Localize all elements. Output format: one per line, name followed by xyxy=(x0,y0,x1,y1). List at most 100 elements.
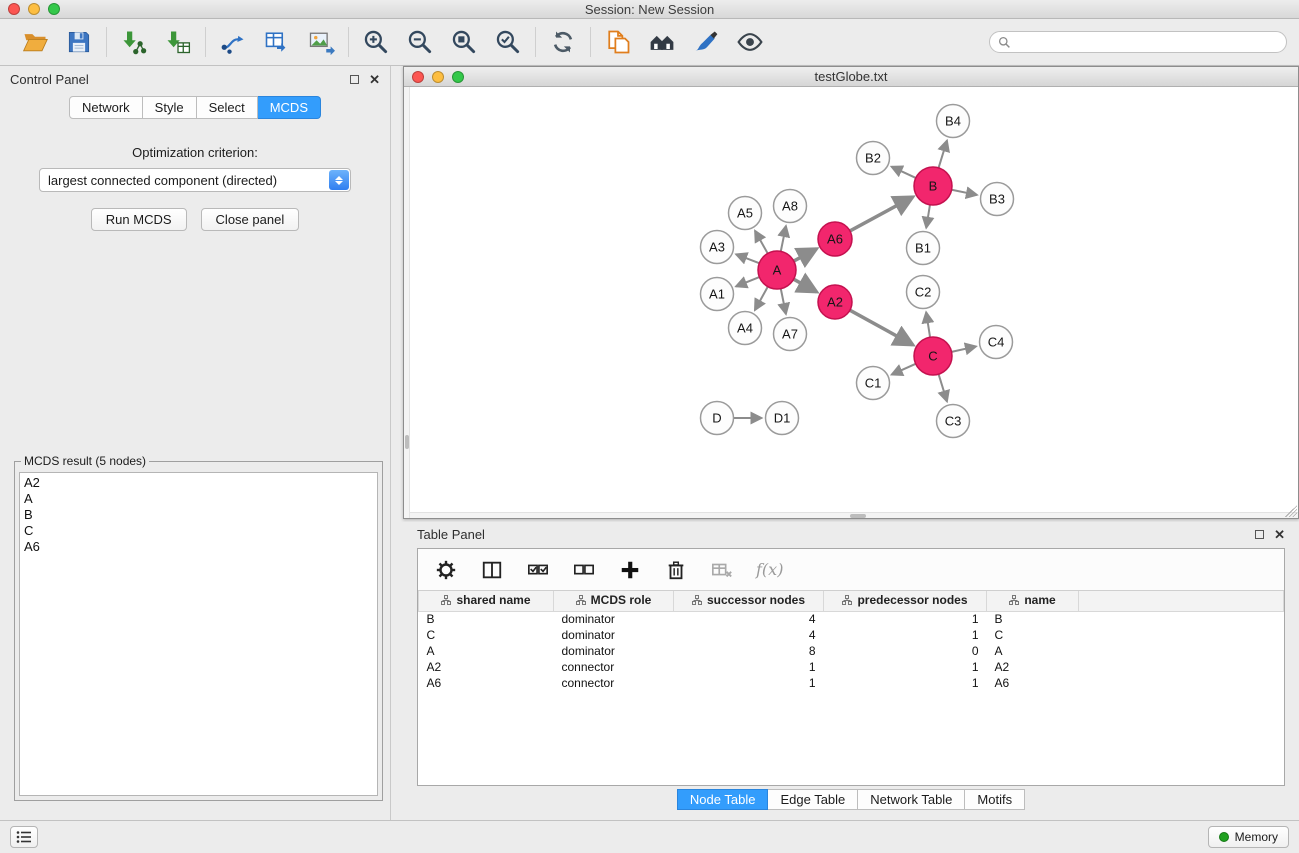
task-history-button[interactable] xyxy=(10,826,38,848)
table-row[interactable]: Bdominator41B xyxy=(419,611,1284,627)
show-hide-icon[interactable] xyxy=(735,27,765,57)
float-panel-icon[interactable] xyxy=(350,75,359,84)
network-window-titlebar[interactable]: testGlobe.txt xyxy=(404,67,1298,87)
graph-node[interactable]: C1 xyxy=(857,367,890,400)
column-header[interactable]: predecessor nodes xyxy=(824,591,987,611)
table-row[interactable]: A2connector11A2 xyxy=(419,659,1284,675)
table-cell[interactable]: B xyxy=(987,611,1079,627)
graph-node[interactable]: B3 xyxy=(981,183,1014,216)
search-input[interactable] xyxy=(1015,35,1278,49)
node-table[interactable]: shared nameMCDS rolesuccessor nodesprede… xyxy=(418,591,1284,785)
network-arrows-icon[interactable] xyxy=(218,27,248,57)
graph-node[interactable]: A4 xyxy=(729,312,762,345)
run-mcds-button[interactable]: Run MCDS xyxy=(91,208,187,231)
column-header[interactable]: shared name xyxy=(419,591,554,611)
table-cell[interactable]: A2 xyxy=(419,659,554,675)
network-zoom-button[interactable] xyxy=(452,71,464,83)
add-row-icon[interactable] xyxy=(618,558,642,582)
delete-table-icon[interactable] xyxy=(710,558,734,582)
graph-node[interactable]: A6 xyxy=(818,222,852,256)
graph-node[interactable]: A3 xyxy=(701,231,734,264)
close-window-button[interactable] xyxy=(8,3,20,15)
resize-grip[interactable] xyxy=(1285,505,1297,517)
table-cell[interactable]: 1 xyxy=(674,659,824,675)
graph-edge[interactable] xyxy=(892,167,916,178)
zoom-window-button[interactable] xyxy=(48,3,60,15)
table-cell[interactable]: 1 xyxy=(824,659,987,675)
table-cell[interactable]: C xyxy=(419,627,554,643)
network-canvas[interactable]: B4B2BB3A5A8A6A3B1AC2A1A2A4A7C4CC1DD1C3 xyxy=(404,87,1298,518)
table-close-panel-icon[interactable]: ✕ xyxy=(1274,528,1285,541)
graph-edge[interactable] xyxy=(794,249,817,261)
close-panel-icon[interactable]: ✕ xyxy=(369,73,380,86)
function-builder-icon[interactable]: f(x) xyxy=(756,560,783,579)
column-header[interactable]: name xyxy=(987,591,1079,611)
graph-edge[interactable] xyxy=(781,226,786,251)
table-cell[interactable]: A6 xyxy=(987,675,1079,691)
zoom-selected-icon[interactable] xyxy=(493,27,523,57)
zoom-fit-icon[interactable] xyxy=(449,27,479,57)
graph-edge[interactable] xyxy=(939,141,947,168)
duplicate-document-icon[interactable] xyxy=(603,27,633,57)
graph-edge[interactable] xyxy=(794,279,817,292)
graph-node[interactable]: A7 xyxy=(774,318,807,351)
result-item[interactable]: A xyxy=(24,491,373,507)
first-neighbors-icon[interactable] xyxy=(647,27,677,57)
table-cell[interactable]: A6 xyxy=(419,675,554,691)
result-item[interactable]: A2 xyxy=(24,475,373,491)
table-row[interactable]: Adominator80A xyxy=(419,643,1284,659)
table-cell[interactable]: A2 xyxy=(987,659,1079,675)
network-graph[interactable]: B4B2BB3A5A8A6A3B1AC2A1A2A4A7C4CC1DD1C3 xyxy=(410,87,1294,513)
table-cell[interactable]: dominator xyxy=(554,643,674,659)
search-field[interactable] xyxy=(989,31,1287,53)
graph-node[interactable]: D1 xyxy=(766,402,799,435)
select-all-checked-icon[interactable] xyxy=(526,558,550,582)
graph-edge[interactable] xyxy=(892,364,916,375)
table-cell[interactable]: 8 xyxy=(674,643,824,659)
minimize-window-button[interactable] xyxy=(28,3,40,15)
table-cell[interactable]: 4 xyxy=(674,611,824,627)
tab-network[interactable]: Network xyxy=(69,96,143,119)
graph-node[interactable]: A2 xyxy=(818,285,852,319)
result-item[interactable]: B xyxy=(24,507,373,523)
graph-node[interactable]: C4 xyxy=(980,326,1013,359)
image-export-icon[interactable] xyxy=(306,27,336,57)
graph-node[interactable]: B4 xyxy=(937,105,970,138)
graph-node[interactable]: D xyxy=(701,402,734,435)
column-header[interactable]: MCDS role xyxy=(554,591,674,611)
graph-node[interactable]: A8 xyxy=(774,190,807,223)
tab-node-table[interactable]: Node Table xyxy=(677,789,769,810)
result-item[interactable]: C xyxy=(24,523,373,539)
table-row[interactable]: A6connector11A6 xyxy=(419,675,1284,691)
table-export-icon[interactable] xyxy=(262,27,292,57)
table-cell[interactable]: 1 xyxy=(824,611,987,627)
column-header[interactable]: successor nodes xyxy=(674,591,824,611)
mcds-result-list[interactable]: A2ABCA6 xyxy=(19,472,378,796)
zoom-in-icon[interactable] xyxy=(361,27,391,57)
table-cell[interactable]: dominator xyxy=(554,627,674,643)
zoom-out-icon[interactable] xyxy=(405,27,435,57)
table-cell[interactable]: A xyxy=(419,643,554,659)
table-row[interactable]: Cdominator41C xyxy=(419,627,1284,643)
graph-edge[interactable] xyxy=(952,346,976,351)
tab-mcds[interactable]: MCDS xyxy=(258,96,321,119)
graph-edge[interactable] xyxy=(926,205,930,228)
graph-node[interactable]: A xyxy=(758,251,796,289)
optimization-criterion-dropdown[interactable]: largest connected component (directed) xyxy=(39,168,351,192)
horizontal-scrollbar[interactable] xyxy=(410,512,1298,518)
graph-edge[interactable] xyxy=(850,197,913,231)
close-panel-button[interactable]: Close panel xyxy=(201,208,300,231)
graph-edge[interactable] xyxy=(755,287,768,310)
table-cell[interactable]: 1 xyxy=(824,675,987,691)
graph-node[interactable]: B xyxy=(914,167,952,205)
columns-icon[interactable] xyxy=(480,558,504,582)
table-cell[interactable]: 1 xyxy=(824,627,987,643)
graph-edge[interactable] xyxy=(781,289,786,314)
table-cell[interactable]: 4 xyxy=(674,627,824,643)
graph-edge[interactable] xyxy=(952,190,977,195)
graph-edge[interactable] xyxy=(850,310,913,345)
table-cell[interactable]: connector xyxy=(554,675,674,691)
graph-node[interactable]: C3 xyxy=(937,405,970,438)
graph-edge[interactable] xyxy=(939,374,947,401)
graph-node[interactable]: A5 xyxy=(729,197,762,230)
